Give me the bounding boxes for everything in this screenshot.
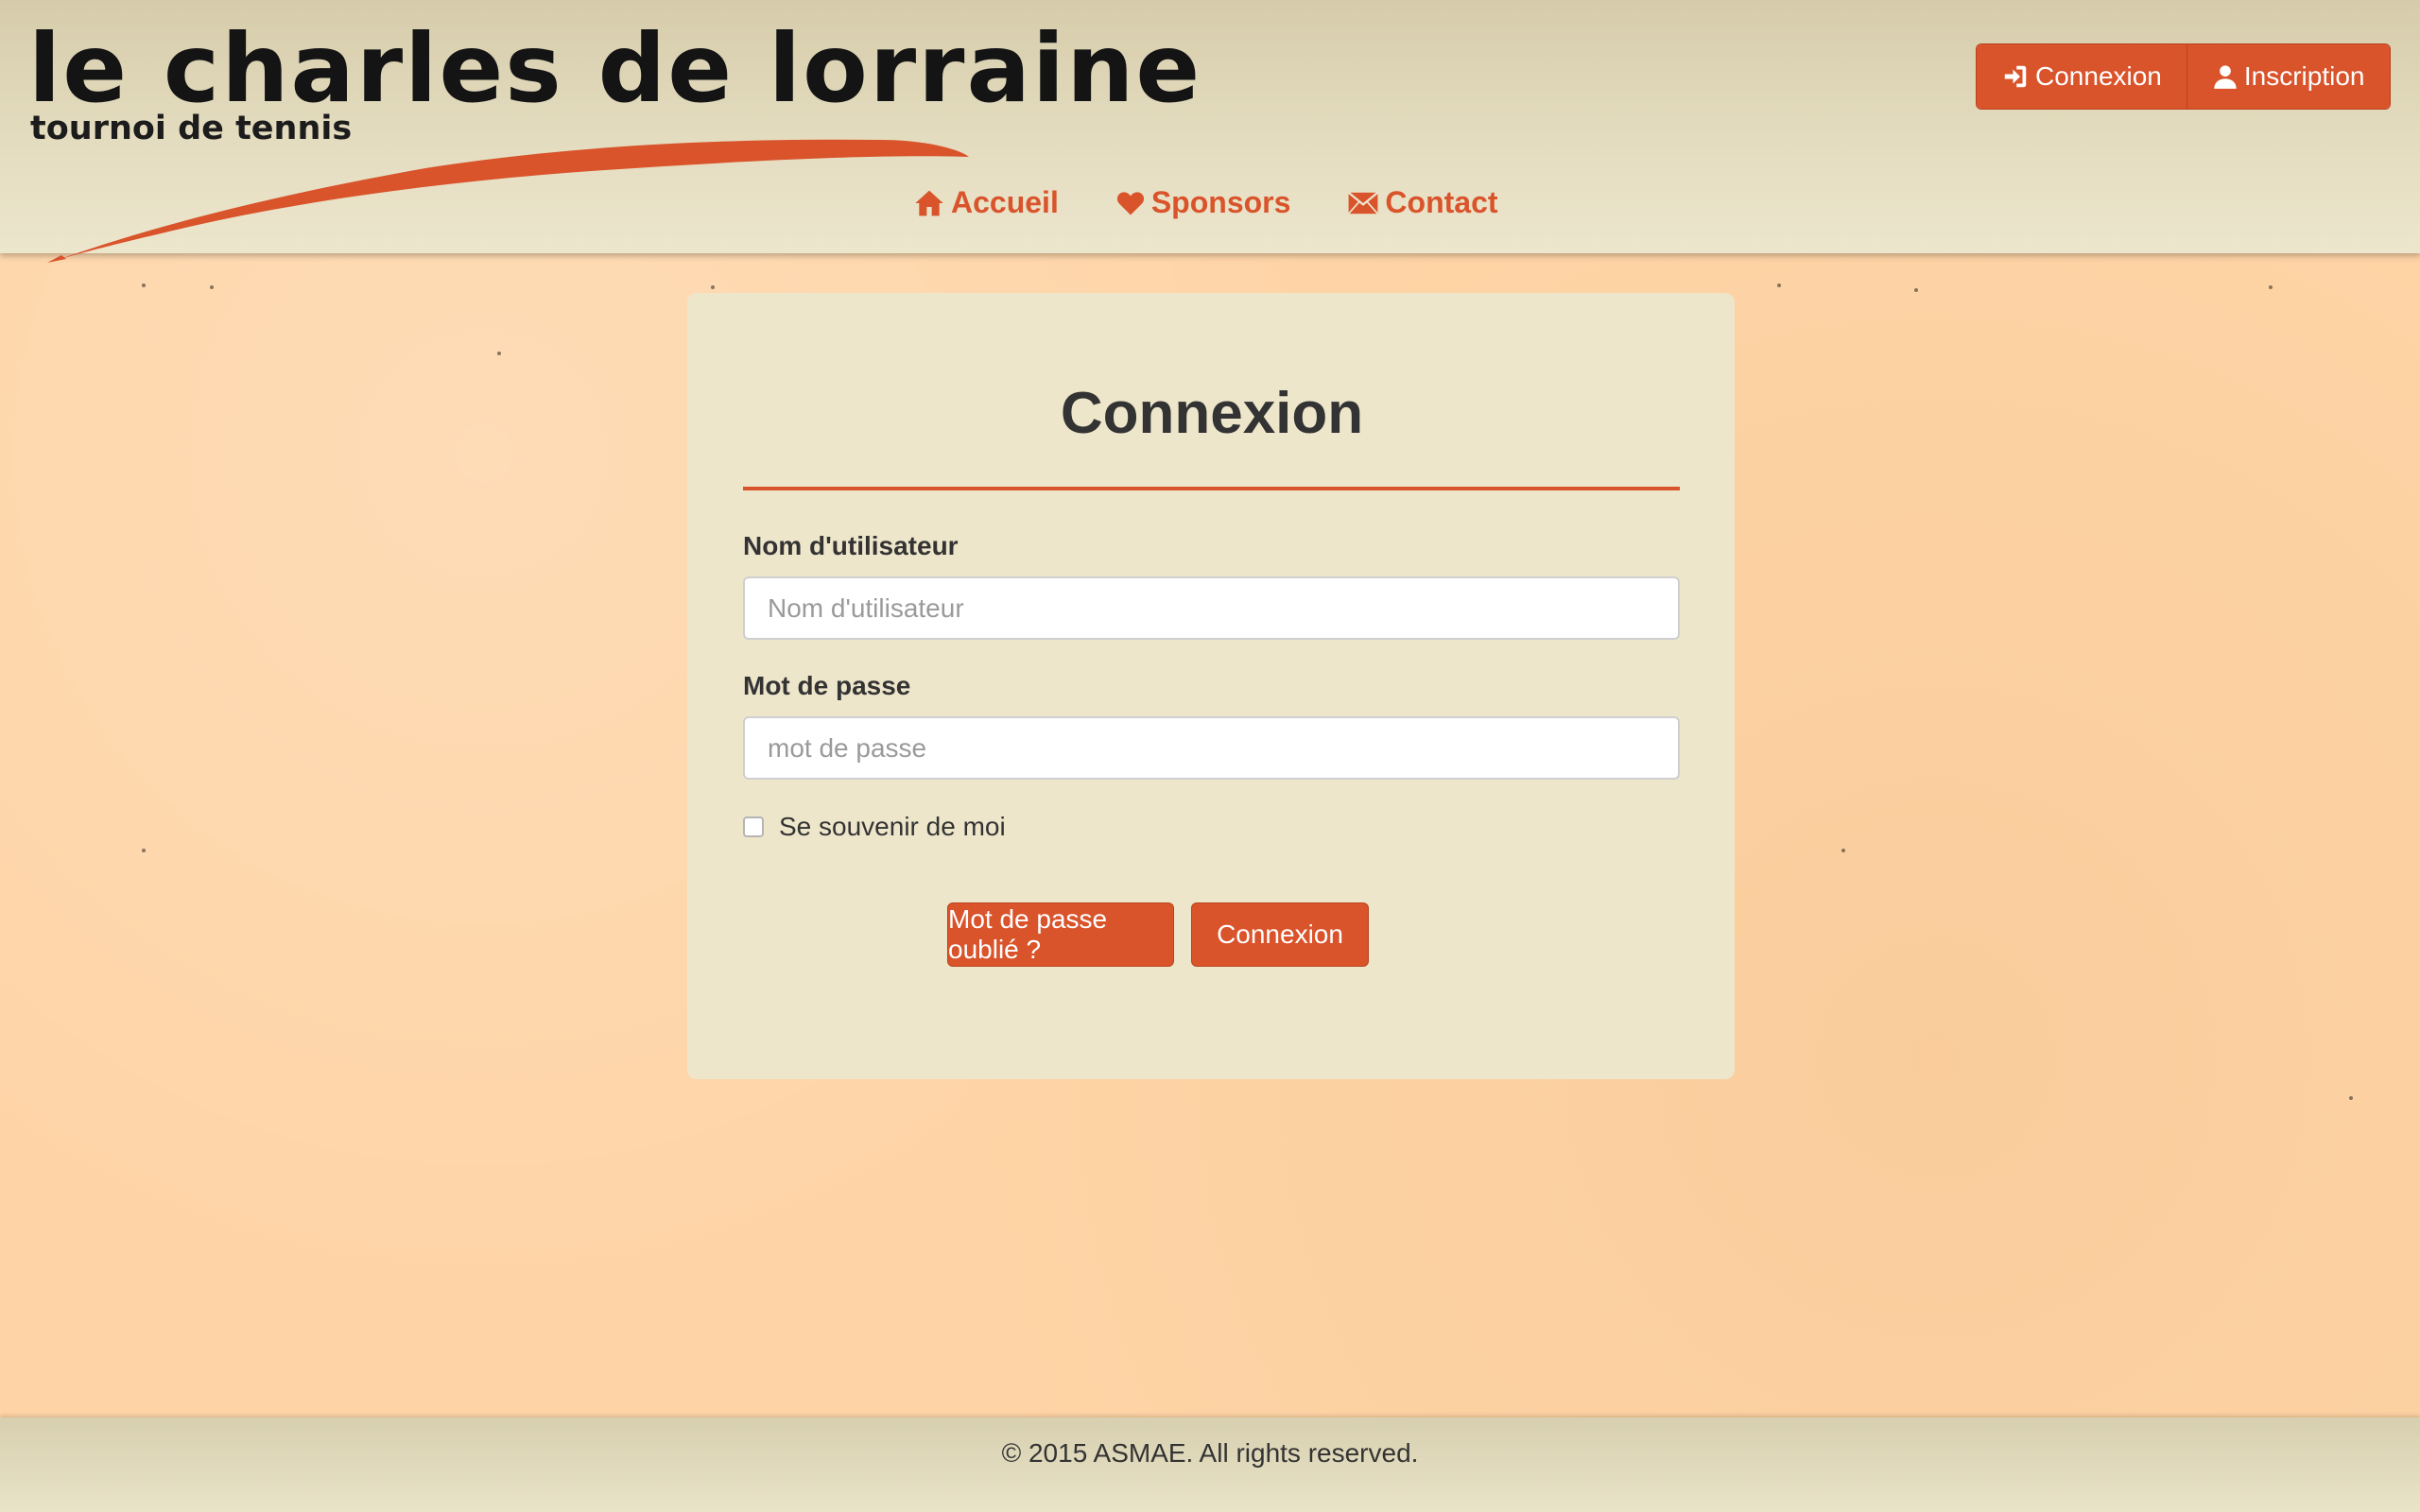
texture-speck [1777, 284, 1781, 287]
site-header: le charles de lorraine tournoi de tennis… [0, 0, 2420, 263]
header-login-button[interactable]: Connexion [1977, 44, 2187, 109]
remember-me-checkbox[interactable] [743, 816, 764, 837]
nav-item-sponsors[interactable]: Sponsors [1115, 185, 1291, 220]
header-login-label: Connexion [2035, 61, 2162, 91]
texture-speck [2349, 1096, 2353, 1100]
texture-speck [142, 284, 146, 287]
nav-item-sponsors-label: Sponsors [1150, 185, 1291, 219]
password-input[interactable] [743, 716, 1680, 780]
password-label: Mot de passe [743, 671, 911, 700]
page-title: Connexion [1060, 381, 1364, 446]
home-icon [913, 188, 945, 218]
site-logo[interactable]: le charles de lorraine tournoi de tennis [28, 17, 1200, 263]
copyright-text: © 2015 ASMAE. All rights reserved. [1001, 1438, 1419, 1468]
texture-speck [142, 849, 146, 852]
forgot-password-button[interactable]: Mot de passe oublié ? [947, 902, 1174, 967]
remember-me-row: Se souvenir de moi [743, 812, 1006, 842]
login-card: Connexion Nom d'utilisateur Mot de passe… [687, 293, 1735, 1079]
log-in-icon [2001, 62, 2030, 91]
heart-icon [1115, 189, 1146, 217]
nav-item-home[interactable]: Accueil [913, 185, 1059, 220]
auth-button-group: Connexion Inscription [1976, 43, 2391, 110]
nav-item-home-label: Accueil [951, 185, 1059, 219]
login-submit-button[interactable]: Connexion [1191, 902, 1369, 967]
texture-speck [497, 352, 501, 355]
header-register-button[interactable]: Inscription [2186, 44, 2390, 109]
texture-speck [2269, 285, 2273, 289]
nav-item-contact[interactable]: Contact [1347, 185, 1498, 220]
logo-title: le charles de lorraine [28, 13, 1202, 124]
header-register-label: Inscription [2243, 61, 2365, 91]
texture-speck [1914, 288, 1918, 292]
site-footer: © 2015 ASMAE. All rights reserved. [0, 1418, 2420, 1512]
title-divider [743, 487, 1680, 490]
texture-speck [711, 285, 715, 289]
logo-subtitle: tournoi de tennis [30, 110, 353, 147]
username-input[interactable] [743, 576, 1680, 640]
envelope-icon [1347, 190, 1379, 216]
nav-item-contact-label: Contact [1385, 185, 1498, 219]
username-label: Nom d'utilisateur [743, 531, 959, 560]
user-icon [2212, 62, 2238, 91]
texture-speck [210, 285, 214, 289]
main-nav: Accueil Sponsors Contact [913, 185, 1498, 220]
remember-me-label[interactable]: Se souvenir de moi [779, 812, 1006, 842]
texture-speck [1841, 849, 1845, 852]
